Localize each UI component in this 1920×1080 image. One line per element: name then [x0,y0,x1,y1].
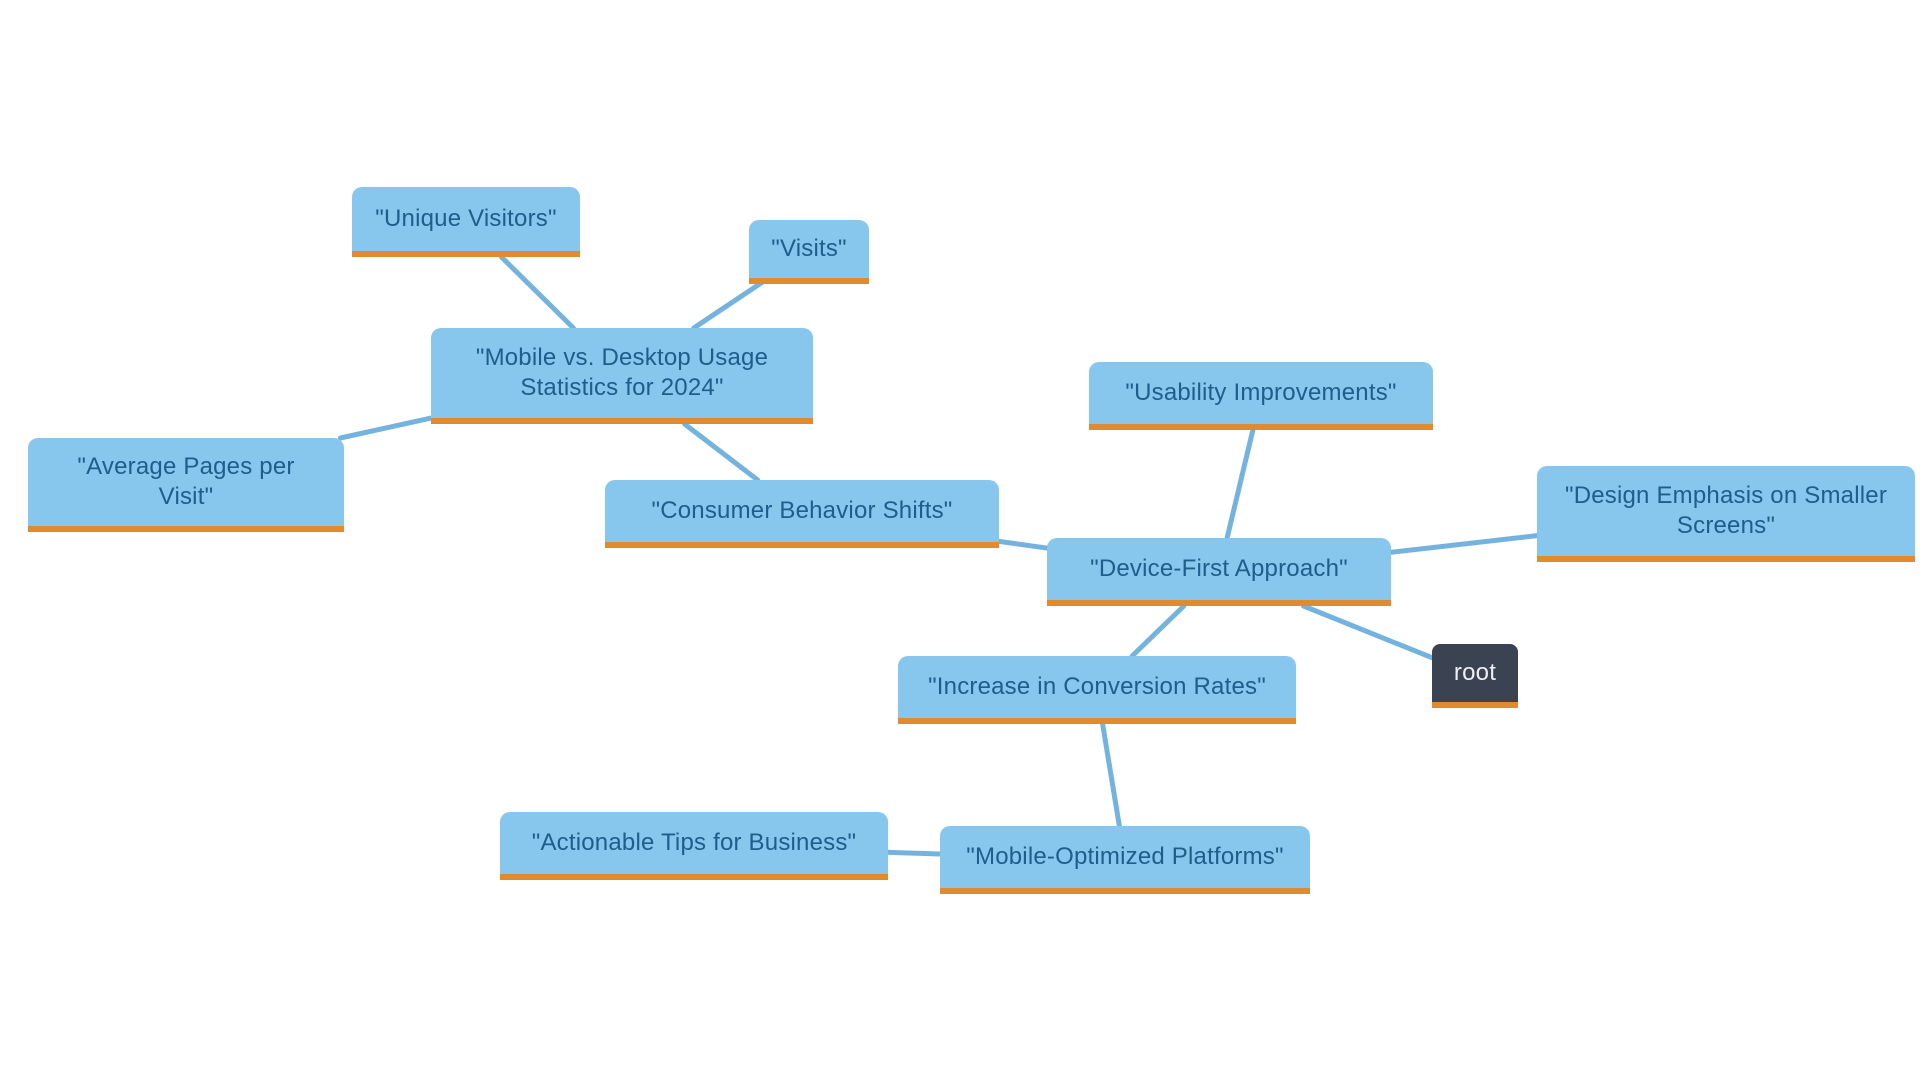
edge [1304,606,1432,658]
node-actionable-tips[interactable]: "Actionable Tips for Business" [500,812,888,880]
node-avg-pages[interactable]: "Average Pages per Visit" [28,438,344,532]
edge [694,282,763,328]
edge [685,424,758,480]
edge [1391,536,1537,553]
node-device-first[interactable]: "Device-First Approach" [1047,538,1391,606]
node-mobile-optimized[interactable]: "Mobile-Optimized Platforms" [940,826,1310,894]
node-consumer-behavior[interactable]: "Consumer Behavior Shifts" [605,480,999,548]
node-visits[interactable]: "Visits" [749,220,869,284]
edge [1132,606,1184,656]
node-mobile-desktop[interactable]: "Mobile vs. Desktop Usage Statistics for… [431,328,813,424]
node-design-emphasis[interactable]: "Design Emphasis on Smaller Screens" [1537,466,1915,562]
node-conversion[interactable]: "Increase in Conversion Rates" [898,656,1296,724]
node-unique-visitors[interactable]: "Unique Visitors" [352,187,580,257]
diagram-canvas: "Unique Visitors" "Visits" "Mobile vs. D… [0,0,1920,1080]
edge [340,418,431,438]
node-usability[interactable]: "Usability Improvements" [1089,362,1433,430]
edge [501,257,573,328]
edge [999,541,1047,548]
edge [1227,430,1253,538]
edge [1103,724,1120,826]
node-root[interactable]: root [1432,644,1518,708]
edge [888,852,940,854]
